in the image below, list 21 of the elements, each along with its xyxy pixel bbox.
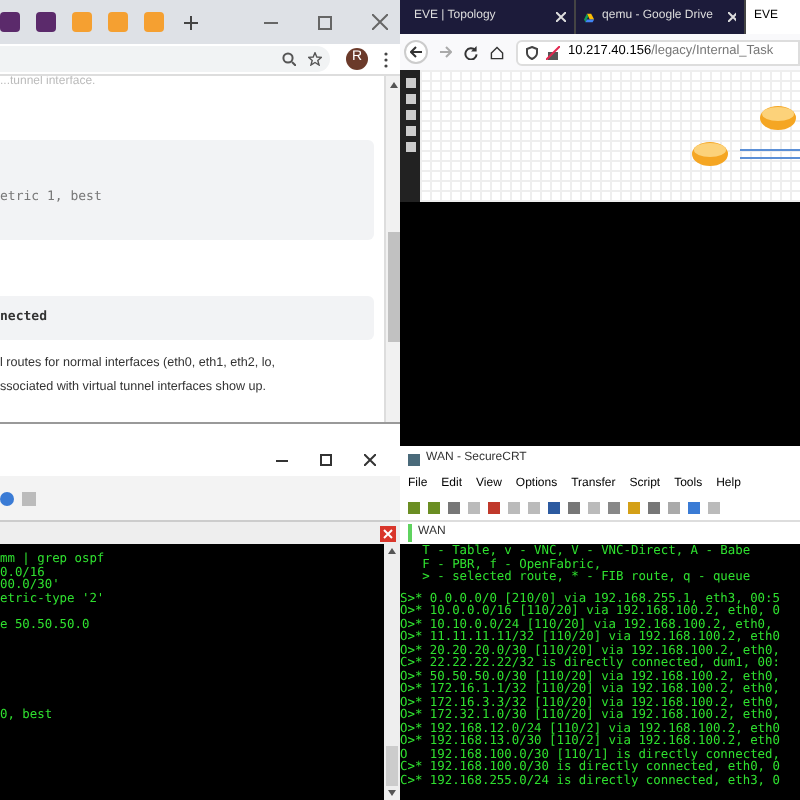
scroll-up-icon[interactable] — [388, 548, 396, 554]
back-arrow-icon — [410, 46, 422, 58]
insecure-lock-icon — [546, 45, 560, 59]
maximize-icon[interactable] — [320, 454, 332, 466]
address-field[interactable] — [0, 46, 330, 72]
star-icon[interactable] — [308, 52, 322, 66]
minimize-icon[interactable] — [276, 459, 288, 461]
back-button[interactable] — [404, 40, 428, 64]
scroll-down-icon[interactable] — [388, 790, 396, 796]
reload-icon[interactable] — [464, 45, 478, 59]
zoom-icon[interactable] — [282, 52, 296, 66]
scroll-up-icon[interactable] — [389, 82, 397, 88]
close-icon[interactable] — [364, 454, 376, 466]
help-icon[interactable] — [0, 491, 14, 505]
shield-icon — [526, 45, 538, 59]
home-icon[interactable] — [490, 45, 504, 59]
router-icon — [692, 142, 728, 166]
drive-icon — [584, 11, 595, 23]
new-tab-icon[interactable] — [184, 15, 198, 29]
router-icon — [760, 106, 796, 130]
app-icon — [408, 453, 420, 465]
